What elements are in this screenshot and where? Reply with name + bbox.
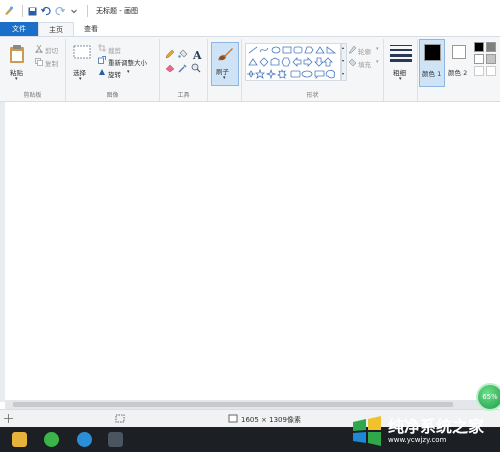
watermark-logo <box>350 414 384 448</box>
cut-icon[interactable] <box>34 44 43 53</box>
watermark-title: 纯净系统之家 <box>388 417 485 436</box>
rotate-button[interactable]: 旋转 <box>108 69 121 79</box>
magnifier-icon[interactable] <box>191 63 201 73</box>
save-icon[interactable] <box>27 6 37 16</box>
image-group-label: 图像 <box>106 92 119 99</box>
brush-icon <box>216 46 234 62</box>
selection-size-icon <box>115 414 125 423</box>
paste-icon[interactable] <box>8 43 26 65</box>
line-width-icon[interactable] <box>390 44 412 62</box>
outline-button[interactable]: 轮廓 <box>358 46 371 56</box>
canvas-size-icon <box>228 414 238 423</box>
cursor-position-icon <box>4 414 13 423</box>
color1-button[interactable]: 颜色 1 <box>419 39 445 87</box>
tab-file[interactable]: 文件 <box>0 22 38 36</box>
more-shapes-icon[interactable]: ▾ <box>342 71 344 76</box>
size-group: 粗细 ▾ <box>384 39 418 101</box>
outline-dropdown-icon[interactable]: ▾ <box>376 46 379 52</box>
paint-app-icon[interactable] <box>4 6 14 16</box>
crop-button[interactable]: 裁剪 <box>108 45 121 55</box>
brush-dropdown-icon: ▾ <box>223 75 226 81</box>
text-icon[interactable]: A <box>191 48 203 60</box>
palette-color-white[interactable] <box>474 54 484 64</box>
select-dropdown-icon[interactable]: ▾ <box>79 76 82 82</box>
ribbon: 粘贴 ▾ 剪切 复制 剪贴板 选择 ▾ 裁剪 重新调整大小 旋转 ▾ 图像 A … <box>0 36 500 102</box>
eraser-icon[interactable] <box>165 63 175 73</box>
cut-button[interactable]: 剪切 <box>45 45 58 55</box>
canvas-left-border <box>0 102 5 402</box>
tab-view[interactable]: 查看 <box>74 22 108 36</box>
color2-label: 颜色 2 <box>448 69 468 77</box>
color2-button[interactable]: 颜色 2 <box>446 39 472 87</box>
svg-text:A: A <box>192 49 202 60</box>
copy-button[interactable]: 复制 <box>45 58 58 68</box>
color2-swatch <box>452 45 466 59</box>
undo-icon[interactable] <box>41 6 51 16</box>
browser-icon[interactable] <box>44 432 59 447</box>
fill-button[interactable]: 填充 <box>358 59 371 69</box>
pencil-icon[interactable] <box>165 49 175 59</box>
resize-button[interactable]: 重新调整大小 <box>108 57 147 67</box>
app-k-icon[interactable] <box>77 432 92 447</box>
paint-window: 无标题 - 画图 文件 主页 查看 粘贴 ▾ 剪切 复制 剪贴板 选择 ▾ 裁剪… <box>0 0 500 452</box>
horizontal-scrollbar[interactable] <box>5 400 485 409</box>
clipboard-group: 粘贴 ▾ 剪切 复制 剪贴板 <box>0 39 66 101</box>
crop-icon[interactable] <box>98 44 106 52</box>
size-dropdown-icon[interactable]: ▾ <box>399 76 402 82</box>
fill-bucket-icon[interactable] <box>178 49 188 59</box>
watermark-url: www.ycwjzy.com <box>388 436 447 444</box>
color1-swatch <box>424 44 441 61</box>
palette-color-empty[interactable] <box>486 66 496 76</box>
clipboard-group-label: 剪贴板 <box>23 92 42 99</box>
paste-dropdown-icon[interactable]: ▾ <box>15 76 18 82</box>
fill-icon[interactable] <box>348 58 357 67</box>
shapes-group: ▴ ▾ ▾ 轮廓 ▾ 填充 ▾ 形状 <box>242 39 384 101</box>
drawing-canvas[interactable] <box>0 102 500 402</box>
shapes-gallery-icons <box>247 46 337 80</box>
watermark: 纯净系统之家 www.ycwjzy.com <box>350 410 500 452</box>
palette-color-gray[interactable] <box>486 42 496 52</box>
rotate-dropdown-icon[interactable]: ▾ <box>127 69 130 75</box>
palette-color-empty[interactable] <box>474 66 484 76</box>
tab-home[interactable]: 主页 <box>38 22 74 36</box>
ribbon-tabs: 文件 主页 查看 <box>0 22 500 36</box>
file-explorer-icon[interactable] <box>12 432 27 447</box>
redo-icon[interactable] <box>55 6 65 16</box>
copy-icon[interactable] <box>34 57 43 66</box>
palette-color-black[interactable] <box>474 42 484 52</box>
image-group: 选择 ▾ 裁剪 重新调整大小 旋转 ▾ 图像 <box>66 39 160 101</box>
palette-color-silver[interactable] <box>486 54 496 64</box>
scroll-up-icon[interactable]: ▴ <box>342 45 344 50</box>
progress-badge[interactable]: 65% <box>476 383 500 411</box>
window-title: 无标题 - 画图 <box>96 7 138 15</box>
scrollbar-thumb[interactable] <box>13 402 453 407</box>
brush-button[interactable]: 刷子 ▾ <box>211 42 239 86</box>
shapes-gallery[interactable] <box>245 43 341 81</box>
brushes-group: 刷子 ▾ <box>208 39 242 101</box>
outline-icon[interactable] <box>348 45 357 54</box>
shapes-group-label: 形状 <box>306 92 319 99</box>
paint-taskbar-icon[interactable] <box>108 432 123 447</box>
fill-dropdown-icon[interactable]: ▾ <box>376 59 379 65</box>
tools-group-label: 工具 <box>177 92 190 99</box>
canvas-dimensions: 1605 × 1309像素 <box>241 416 301 424</box>
tools-group: A 工具 <box>160 39 208 101</box>
divider <box>87 5 88 17</box>
scroll-down-icon[interactable]: ▾ <box>342 58 344 63</box>
color-picker-icon[interactable] <box>178 63 188 73</box>
title-bar: 无标题 - 画图 <box>0 0 500 22</box>
resize-icon[interactable] <box>98 56 106 64</box>
select-icon[interactable] <box>72 44 92 60</box>
color1-label: 颜色 1 <box>422 70 442 78</box>
shapes-scrollbar[interactable]: ▴ ▾ ▾ <box>341 43 347 81</box>
customize-toolbar-icon[interactable] <box>69 6 79 16</box>
divider <box>22 5 23 17</box>
rotate-icon[interactable] <box>98 68 106 76</box>
